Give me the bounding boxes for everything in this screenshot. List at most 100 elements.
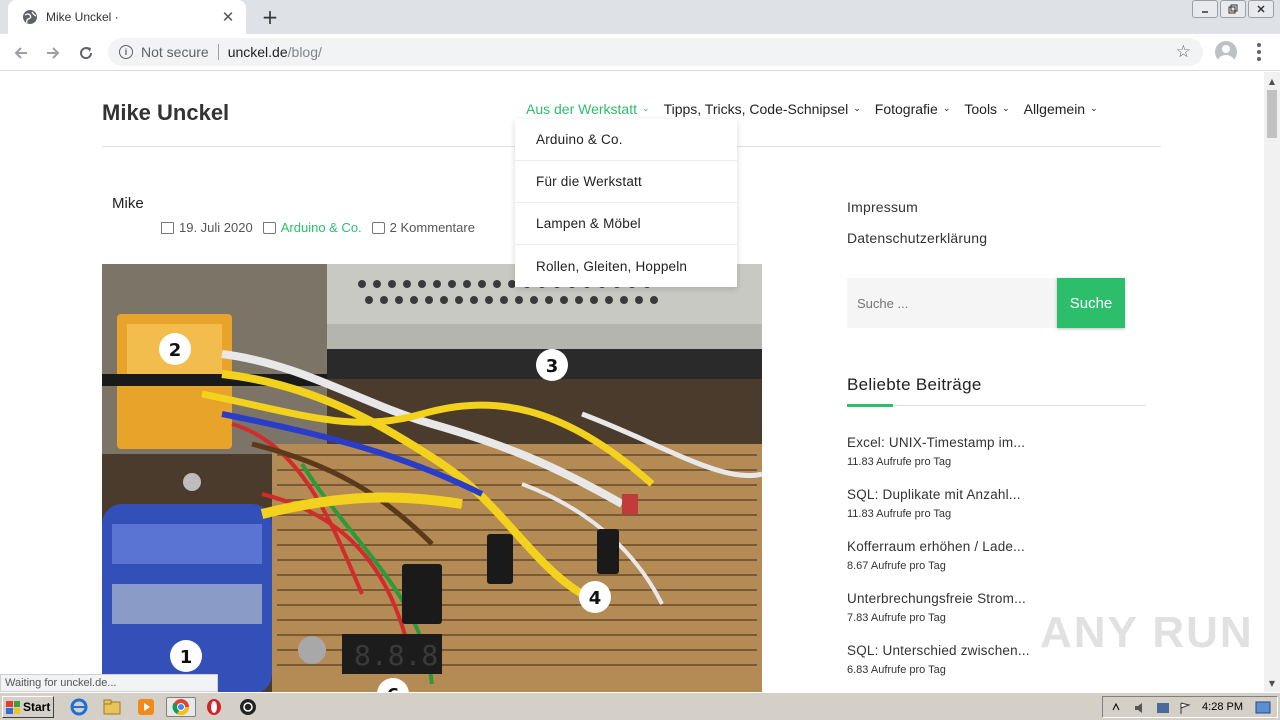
popular-post-link[interactable]: SQL: Unterschied zwischen... xyxy=(847,643,1030,658)
popular-post-views: 6.83 Aufrufe pro Tag xyxy=(847,664,946,676)
image-label-1: 1 xyxy=(180,647,193,668)
explorer-folder-icon[interactable] xyxy=(101,697,123,717)
led-display-digits: 8.8.8 xyxy=(354,639,438,672)
dropdown-item-lampen[interactable]: Lampen & Möbel xyxy=(515,203,737,245)
sidebar-link-impressum[interactable]: Impressum xyxy=(847,199,918,215)
browser-toolbar: i Not secure unckel.de /blog/ ☆ xyxy=(0,34,1280,71)
nav-item-label: Tipps, Tricks, Code-Schnipsel xyxy=(663,101,849,117)
dropdown-item-arduino[interactable]: Arduino & Co. xyxy=(515,119,737,161)
tab-title: Mike Unckel · xyxy=(46,10,119,24)
search-button[interactable]: Suche xyxy=(1057,278,1125,328)
window-controls xyxy=(1192,0,1274,20)
post-comments[interactable]: 2 Kommentare xyxy=(390,220,475,235)
restore-button[interactable] xyxy=(1220,0,1246,18)
post-date[interactable]: 19. Juli 2020 xyxy=(179,220,253,235)
image-label-2: 2 xyxy=(169,340,182,361)
popular-post-item: Kofferraum erhöhen / Lade... 8.67 Aufruf… xyxy=(847,539,1025,572)
web-page: Mike Unckel Aus der Werkstatt ⌄ Tipps, T… xyxy=(0,72,1264,692)
main-navigation: Aus der Werkstatt ⌄ Tipps, Tricks, Code-… xyxy=(526,101,1098,117)
nav-item-label: Fotografie xyxy=(874,101,938,117)
scroll-down-arrow-icon[interactable]: ▼ xyxy=(1264,676,1280,690)
ie-icon[interactable] xyxy=(68,697,90,717)
popular-post-link[interactable]: SQL: Duplikate mit Anzahl... xyxy=(847,487,1021,502)
anyrun-watermark: ANY RUN xyxy=(1040,608,1254,657)
bookmark-star-icon[interactable]: ☆ xyxy=(1176,42,1191,62)
popular-posts-title: Beliebte Beiträge xyxy=(847,375,982,394)
chrome-icon[interactable] xyxy=(166,697,196,717)
anyrun-app-icon[interactable] xyxy=(237,697,259,717)
nav-item-tools[interactable]: Tools ⌄ xyxy=(964,101,1009,117)
close-window-button[interactable] xyxy=(1248,0,1274,18)
nav-item-fotografie[interactable]: Fotografie ⌄ xyxy=(875,101,951,117)
divider xyxy=(217,44,219,60)
security-label: Not secure xyxy=(141,44,209,60)
browser-tab[interactable]: Mike Unckel · ✕ xyxy=(8,0,246,34)
show-desktop-icon[interactable] xyxy=(1255,701,1271,715)
start-label: Start xyxy=(23,700,51,714)
chevron-down-icon: ⌄ xyxy=(942,104,951,114)
sidebar-link-datenschutz[interactable]: Datenschutzerklärung xyxy=(847,230,987,246)
popular-post-link[interactable]: Unterbrechungsfreie Strom... xyxy=(847,591,1026,606)
nav-dropdown-menu: Arduino & Co. Für die Werkstatt Lampen &… xyxy=(515,119,737,287)
popular-post-item: SQL: Duplikate mit Anzahl... 11.83 Aufru… xyxy=(847,487,1021,520)
chevron-down-icon: ⌄ xyxy=(1002,104,1010,114)
opera-icon[interactable] xyxy=(203,697,225,717)
image-label-4: 4 xyxy=(589,588,602,609)
post-category[interactable]: Arduino & Co. xyxy=(281,220,362,235)
info-icon[interactable]: i xyxy=(119,45,133,59)
windows-taskbar: Start 4:28 PM xyxy=(0,692,1280,720)
popular-post-item: SQL: Unterschied zwischen... 6.83 Aufruf… xyxy=(847,643,1030,676)
chevron-down-icon: ⌄ xyxy=(853,104,861,114)
dropdown-item-werkstatt[interactable]: Für die Werkstatt xyxy=(515,161,737,203)
calendar-icon xyxy=(161,221,174,234)
popular-post-item: Excel: UNIX-Timestamp im... 11.83 Aufruf… xyxy=(847,435,1025,468)
profile-avatar-icon[interactable] xyxy=(1215,41,1237,63)
nav-item-label: Allgemein xyxy=(1023,101,1086,117)
chevron-down-icon: ⌄ xyxy=(1090,104,1098,114)
browser-status-bar: Waiting for unckel.de... xyxy=(0,674,218,692)
new-tab-button[interactable]: + xyxy=(258,5,282,29)
post-author[interactable]: Mike xyxy=(112,195,144,212)
comment-icon xyxy=(371,221,385,234)
reload-icon[interactable] xyxy=(73,40,99,66)
media-player-icon[interactable] xyxy=(135,697,157,717)
post-featured-image[interactable]: 8.8.8 2 3 4 1 6 xyxy=(102,264,762,692)
popular-post-views: 11.83 Aufrufe pro Tag xyxy=(847,456,952,468)
popular-post-views: 7.83 Aufrufe pro Tag xyxy=(847,612,946,624)
widget-accent-bar xyxy=(847,404,893,407)
browser-tabstrip: Mike Unckel · ✕ + xyxy=(0,0,1280,34)
browser-menu-icon[interactable] xyxy=(1252,40,1266,64)
nav-item-werkstatt[interactable]: Aus der Werkstatt ⌄ xyxy=(526,101,650,117)
scrollbar-thumb[interactable] xyxy=(1267,90,1277,138)
url-path: /blog/ xyxy=(287,44,322,60)
address-bar[interactable]: i Not secure unckel.de /blog/ ☆ xyxy=(108,38,1203,66)
popular-post-link[interactable]: Kofferraum erhöhen / Lade... xyxy=(847,539,1025,554)
url-host: unckel.de xyxy=(227,44,288,60)
nav-item-label: Aus der Werkstatt xyxy=(526,101,638,117)
chevron-down-icon: ⌄ xyxy=(642,104,650,114)
back-arrow-icon[interactable] xyxy=(8,40,34,66)
popular-post-link[interactable]: Excel: UNIX-Timestamp im... xyxy=(847,435,1025,450)
folder-icon xyxy=(262,221,276,234)
system-tray: 4:28 PM xyxy=(1102,696,1278,718)
page-scrollbar[interactable]: ▲ ▼ xyxy=(1264,72,1280,692)
nav-item-allgemein[interactable]: Allgemein ⌄ xyxy=(1024,101,1098,117)
popular-post-views: 11.83 Aufrufe pro Tag xyxy=(847,508,952,520)
image-label-3: 3 xyxy=(546,356,559,377)
popular-post-item: Unterbrechungsfreie Strom... 7.83 Aufruf… xyxy=(847,591,1026,624)
scroll-up-arrow-icon[interactable]: ▲ xyxy=(1264,74,1280,88)
windows-logo-icon xyxy=(6,700,20,714)
minimize-button[interactable] xyxy=(1192,0,1218,18)
globe-icon xyxy=(22,9,38,25)
site-title[interactable]: Mike Unckel xyxy=(102,100,229,126)
popular-post-views: 8.67 Aufrufe pro Tag xyxy=(847,560,946,572)
dropdown-item-rollen[interactable]: Rollen, Gleiten, Hoppeln xyxy=(515,245,737,287)
post-meta: 19. Juli 2020 Arduino & Co. 2 Kommentare xyxy=(161,220,475,235)
search-input[interactable] xyxy=(847,278,1057,328)
forward-arrow-icon[interactable] xyxy=(40,40,66,66)
nav-item-tipps[interactable]: Tipps, Tricks, Code-Schnipsel ⌄ xyxy=(664,101,861,117)
tray-icons[interactable] xyxy=(1109,700,1209,716)
tab-close-icon[interactable]: ✕ xyxy=(218,7,238,27)
start-button[interactable]: Start xyxy=(2,696,54,718)
nav-item-label: Tools xyxy=(964,101,998,117)
